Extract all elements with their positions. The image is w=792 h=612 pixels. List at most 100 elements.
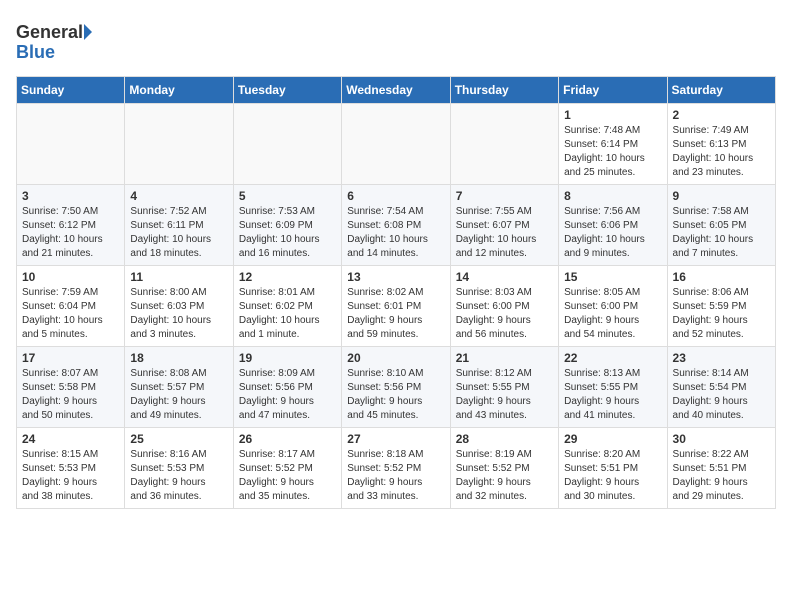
calendar-cell: 13 Sunrise: 8:02 AM Sunset: 6:01 PM Dayli… — [342, 266, 450, 347]
day-info: Sunrise: 8:19 AM Sunset: 5:52 PM Dayligh… — [456, 448, 553, 504]
calendar-cell: 6 Sunrise: 7:54 AM Sunset: 6:08 PM Daylig… — [342, 185, 450, 266]
weekday-header-thursday: Thursday — [450, 77, 558, 104]
calendar-cell — [342, 104, 450, 185]
weekday-header-tuesday: Tuesday — [233, 77, 341, 104]
logo-svg: GeneralBlue — [16, 16, 106, 66]
calendar-cell: 16 Sunrise: 8:06 AM Sunset: 5:59 PM Dayli… — [667, 266, 775, 347]
day-info: Sunrise: 8:03 AM Sunset: 6:00 PM Dayligh… — [456, 286, 553, 342]
calendar-week-row: 10 Sunrise: 7:59 AM Sunset: 6:04 PM Dayli… — [17, 266, 776, 347]
day-info: Sunrise: 7:55 AM Sunset: 6:07 PM Dayligh… — [456, 205, 553, 261]
day-number: 15 — [564, 270, 661, 284]
calendar-cell: 18 Sunrise: 8:08 AM Sunset: 5:57 PM Dayli… — [125, 347, 233, 428]
weekday-header-sunday: Sunday — [17, 77, 125, 104]
calendar-week-row: 1 Sunrise: 7:48 AM Sunset: 6:14 PM Daylig… — [17, 104, 776, 185]
calendar-cell: 11 Sunrise: 8:00 AM Sunset: 6:03 PM Dayli… — [125, 266, 233, 347]
day-number: 5 — [239, 189, 336, 203]
day-number: 26 — [239, 432, 336, 446]
calendar-cell — [450, 104, 558, 185]
day-number: 20 — [347, 351, 444, 365]
weekday-header-monday: Monday — [125, 77, 233, 104]
calendar-cell — [17, 104, 125, 185]
day-info: Sunrise: 8:20 AM Sunset: 5:51 PM Dayligh… — [564, 448, 661, 504]
calendar-cell: 10 Sunrise: 7:59 AM Sunset: 6:04 PM Dayli… — [17, 266, 125, 347]
svg-text:Blue: Blue — [16, 42, 55, 62]
day-info: Sunrise: 7:59 AM Sunset: 6:04 PM Dayligh… — [22, 286, 119, 342]
day-number: 27 — [347, 432, 444, 446]
day-info: Sunrise: 8:18 AM Sunset: 5:52 PM Dayligh… — [347, 448, 444, 504]
calendar-cell: 19 Sunrise: 8:09 AM Sunset: 5:56 PM Dayli… — [233, 347, 341, 428]
day-number: 8 — [564, 189, 661, 203]
calendar-cell: 24 Sunrise: 8:15 AM Sunset: 5:53 PM Dayli… — [17, 428, 125, 509]
page-header: GeneralBlue — [16, 16, 776, 66]
calendar-cell — [233, 104, 341, 185]
calendar-cell: 9Sunrise: 7:58 AM Sunset: 6:05 PM Daylig… — [667, 185, 775, 266]
day-info: Sunrise: 8:07 AM Sunset: 5:58 PM Dayligh… — [22, 367, 119, 423]
calendar-week-row: 3 Sunrise: 7:50 AM Sunset: 6:12 PM Daylig… — [17, 185, 776, 266]
day-info: Sunrise: 8:00 AM Sunset: 6:03 PM Dayligh… — [130, 286, 227, 342]
day-number: 22 — [564, 351, 661, 365]
day-number: 2 — [673, 108, 770, 122]
calendar-cell: 12 Sunrise: 8:01 AM Sunset: 6:02 PM Dayli… — [233, 266, 341, 347]
day-number: 3 — [22, 189, 119, 203]
calendar-cell: 27 Sunrise: 8:18 AM Sunset: 5:52 PM Dayli… — [342, 428, 450, 509]
day-info: Sunrise: 8:14 AM Sunset: 5:54 PM Dayligh… — [673, 367, 770, 423]
day-number: 7 — [456, 189, 553, 203]
day-number: 14 — [456, 270, 553, 284]
calendar-cell: 25Sunrise: 8:16 AM Sunset: 5:53 PM Dayli… — [125, 428, 233, 509]
day-number: 10 — [22, 270, 119, 284]
calendar-week-row: 17 Sunrise: 8:07 AM Sunset: 5:58 PM Dayli… — [17, 347, 776, 428]
day-info: Sunrise: 8:17 AM Sunset: 5:52 PM Dayligh… — [239, 448, 336, 504]
weekday-header-saturday: Saturday — [667, 77, 775, 104]
logo: GeneralBlue — [16, 16, 106, 66]
day-number: 1 — [564, 108, 661, 122]
day-info: Sunrise: 7:52 AM Sunset: 6:11 PM Dayligh… — [130, 205, 227, 261]
day-info: Sunrise: 8:15 AM Sunset: 5:53 PM Dayligh… — [22, 448, 119, 504]
day-info: Sunrise: 7:50 AM Sunset: 6:12 PM Dayligh… — [22, 205, 119, 261]
weekday-header-wednesday: Wednesday — [342, 77, 450, 104]
day-number: 25 — [130, 432, 227, 446]
day-info: Sunrise: 7:49 AM Sunset: 6:13 PM Dayligh… — [673, 124, 770, 180]
day-info: Sunrise: 7:56 AM Sunset: 6:06 PM Dayligh… — [564, 205, 661, 261]
calendar-cell: 21Sunrise: 8:12 AM Sunset: 5:55 PM Dayli… — [450, 347, 558, 428]
day-info: Sunrise: 8:02 AM Sunset: 6:01 PM Dayligh… — [347, 286, 444, 342]
day-number: 29 — [564, 432, 661, 446]
calendar-cell: 2 Sunrise: 7:49 AM Sunset: 6:13 PM Daylig… — [667, 104, 775, 185]
calendar-cell: 8 Sunrise: 7:56 AM Sunset: 6:06 PM Daylig… — [559, 185, 667, 266]
calendar-week-row: 24 Sunrise: 8:15 AM Sunset: 5:53 PM Dayli… — [17, 428, 776, 509]
day-number: 30 — [673, 432, 770, 446]
day-info: Sunrise: 8:05 AM Sunset: 6:00 PM Dayligh… — [564, 286, 661, 342]
day-number: 17 — [22, 351, 119, 365]
day-number: 12 — [239, 270, 336, 284]
day-number: 11 — [130, 270, 227, 284]
calendar-cell: 23 Sunrise: 8:14 AM Sunset: 5:54 PM Dayli… — [667, 347, 775, 428]
calendar-cell: 1 Sunrise: 7:48 AM Sunset: 6:14 PM Daylig… — [559, 104, 667, 185]
calendar-cell: 29 Sunrise: 8:20 AM Sunset: 5:51 PM Dayli… — [559, 428, 667, 509]
day-number: 18 — [130, 351, 227, 365]
day-info: Sunrise: 8:10 AM Sunset: 5:56 PM Dayligh… — [347, 367, 444, 423]
calendar-cell — [125, 104, 233, 185]
calendar-cell: 3 Sunrise: 7:50 AM Sunset: 6:12 PM Daylig… — [17, 185, 125, 266]
day-number: 13 — [347, 270, 444, 284]
day-info: Sunrise: 7:54 AM Sunset: 6:08 PM Dayligh… — [347, 205, 444, 261]
day-number: 16 — [673, 270, 770, 284]
day-number: 19 — [239, 351, 336, 365]
day-number: 21 — [456, 351, 553, 365]
day-number: 6 — [347, 189, 444, 203]
day-info: Sunrise: 7:53 AM Sunset: 6:09 PM Dayligh… — [239, 205, 336, 261]
day-info: Sunrise: 8:08 AM Sunset: 5:57 PM Dayligh… — [130, 367, 227, 423]
day-info: Sunrise: 8:09 AM Sunset: 5:56 PM Dayligh… — [239, 367, 336, 423]
day-number: 23 — [673, 351, 770, 365]
day-info: Sunrise: 8:06 AM Sunset: 5:59 PM Dayligh… — [673, 286, 770, 342]
calendar-cell: 20 Sunrise: 8:10 AM Sunset: 5:56 PM Dayli… — [342, 347, 450, 428]
calendar-cell: 14 Sunrise: 8:03 AM Sunset: 6:00 PM Dayli… — [450, 266, 558, 347]
calendar-cell: 15 Sunrise: 8:05 AM Sunset: 6:00 PM Dayli… — [559, 266, 667, 347]
calendar-table: SundayMondayTuesdayWednesdayThursdayFrid… — [16, 76, 776, 509]
weekday-header-friday: Friday — [559, 77, 667, 104]
day-info: Sunrise: 8:01 AM Sunset: 6:02 PM Dayligh… — [239, 286, 336, 342]
day-number: 4 — [130, 189, 227, 203]
svg-text:General: General — [16, 22, 83, 42]
calendar-cell: 7 Sunrise: 7:55 AM Sunset: 6:07 PM Daylig… — [450, 185, 558, 266]
day-info: Sunrise: 7:48 AM Sunset: 6:14 PM Dayligh… — [564, 124, 661, 180]
day-number: 24 — [22, 432, 119, 446]
day-number: 9 — [673, 189, 770, 203]
